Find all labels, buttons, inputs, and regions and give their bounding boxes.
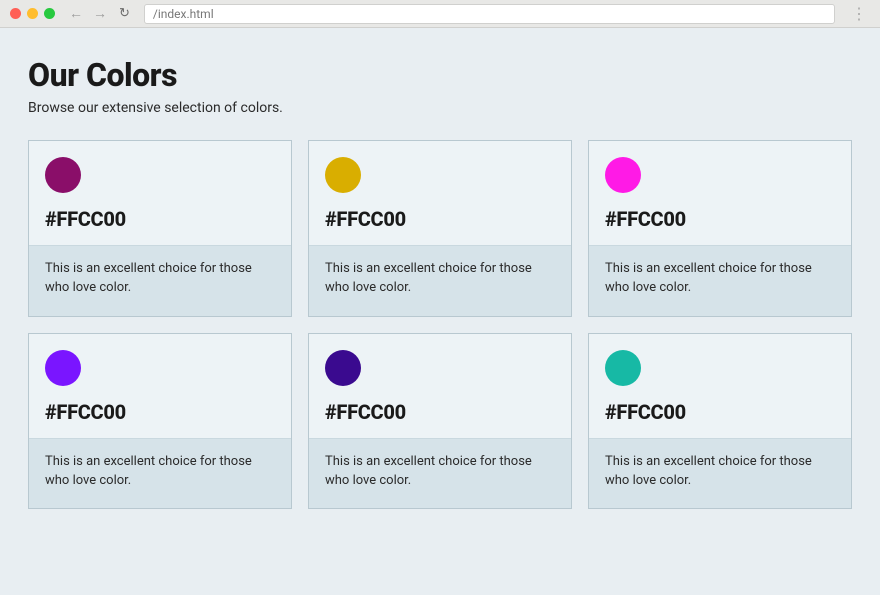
color-description: This is an excellent choice for those wh… — [589, 438, 851, 509]
color-card[interactable]: #FFCC00 This is an excellent choice for … — [28, 333, 292, 510]
color-swatch-icon — [45, 157, 81, 193]
card-top: #FFCC00 — [309, 334, 571, 438]
color-swatch-icon — [605, 350, 641, 386]
page-title: Our Colors — [28, 56, 852, 94]
color-hex: #FFCC00 — [45, 400, 275, 424]
forward-button[interactable]: → — [91, 5, 109, 22]
color-card[interactable]: #FFCC00 This is an excellent choice for … — [588, 333, 852, 510]
page-subtitle: Browse our extensive selection of colors… — [28, 100, 852, 116]
back-button[interactable]: ← — [67, 5, 85, 22]
color-hex: #FFCC00 — [45, 207, 275, 231]
color-hex: #FFCC00 — [605, 207, 835, 231]
color-card[interactable]: #FFCC00 This is an excellent choice for … — [308, 333, 572, 510]
color-swatch-icon — [325, 350, 361, 386]
card-top: #FFCC00 — [29, 141, 291, 245]
close-window-icon[interactable] — [10, 8, 21, 19]
color-swatch-icon — [605, 157, 641, 193]
color-description: This is an excellent choice for those wh… — [309, 438, 571, 509]
color-hex: #FFCC00 — [325, 400, 555, 424]
color-description: This is an excellent choice for those wh… — [29, 245, 291, 316]
card-top: #FFCC00 — [29, 334, 291, 438]
url-bar[interactable]: /index.html — [144, 4, 835, 24]
card-top: #FFCC00 — [309, 141, 571, 245]
color-description: This is an excellent choice for those wh… — [309, 245, 571, 316]
color-grid: #FFCC00 This is an excellent choice for … — [28, 140, 852, 509]
url-text: /index.html — [153, 7, 214, 21]
color-description: This is an excellent choice for those wh… — [29, 438, 291, 509]
color-description: This is an excellent choice for those wh… — [589, 245, 851, 316]
reload-button[interactable]: ↻ — [115, 6, 134, 21]
color-swatch-icon — [45, 350, 81, 386]
minimize-window-icon[interactable] — [27, 8, 38, 19]
color-swatch-icon — [325, 157, 361, 193]
color-hex: #FFCC00 — [605, 400, 835, 424]
page-content: Our Colors Browse our extensive selectio… — [0, 28, 880, 529]
window-controls — [10, 8, 55, 19]
color-card[interactable]: #FFCC00 This is an excellent choice for … — [28, 140, 292, 317]
card-top: #FFCC00 — [589, 334, 851, 438]
browser-chrome: ← → ↻ /index.html ⋮ — [0, 0, 880, 28]
maximize-window-icon[interactable] — [44, 8, 55, 19]
color-card[interactable]: #FFCC00 This is an excellent choice for … — [588, 140, 852, 317]
color-card[interactable]: #FFCC00 This is an excellent choice for … — [308, 140, 572, 317]
card-top: #FFCC00 — [589, 141, 851, 245]
color-hex: #FFCC00 — [325, 207, 555, 231]
browser-menu-icon[interactable]: ⋮ — [847, 4, 870, 23]
